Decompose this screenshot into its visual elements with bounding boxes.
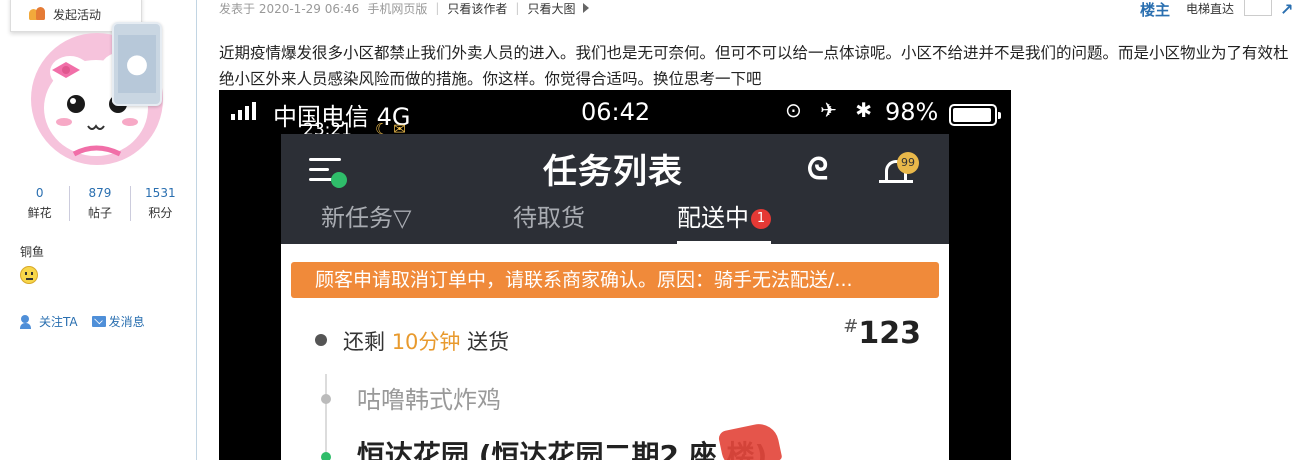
- activity-icon: [29, 6, 47, 22]
- delivery-row: 还剩 10分钟 送货 #123: [311, 316, 921, 358]
- shop-name: 咕噜韩式炸鸡: [357, 386, 501, 414]
- follow-button[interactable]: 关注TA: [20, 313, 78, 330]
- user-sidebar: 发起活动 ● 0 鲜花 879 帖子 1531 积分 铜鱼 关注TA 发消息: [0, 0, 197, 460]
- tab-delivering-label: 配送中: [677, 204, 749, 232]
- order-number: #123: [843, 316, 921, 351]
- order-number-value: 123: [858, 316, 921, 351]
- remaining-prefix: 还剩: [343, 330, 385, 354]
- user-stats: 0 鲜花 879 帖子 1531 积分: [10, 186, 190, 221]
- post-image[interactable]: 中国电信 4G 06:42 ⊙ ✈ ✱ 98% 23:21 ☾ ✉ 任务列表 ᘓ…: [219, 90, 1011, 460]
- pickup-dot: [321, 394, 331, 404]
- stat-value: 1531: [145, 186, 176, 200]
- stat-value: 879: [88, 186, 112, 200]
- dropdown-arrow-icon[interactable]: [583, 3, 590, 13]
- bell-icon: 99: [877, 152, 919, 188]
- check-badge-icon: [331, 172, 347, 188]
- user-actions: 关注TA 发消息: [20, 313, 145, 330]
- only-big-image-link[interactable]: 只看大图: [527, 0, 575, 17]
- order-card: 顾客申请取消订单中，请联系商家确认。原因：骑手无法配送/... 还剩 10分钟 …: [281, 244, 949, 460]
- tab-badge: 1: [751, 209, 771, 229]
- go-arrow-icon[interactable]: ↗: [1280, 0, 1293, 19]
- mobile-client-icon: ●: [112, 22, 162, 106]
- tab-delivering: 配送中 1: [677, 198, 771, 244]
- remaining-value: 10分钟: [391, 330, 461, 354]
- delivery-address: 恒达花园 (恒达花园二期2 座 楼): [357, 439, 768, 460]
- apple-icon: ●: [118, 35, 156, 93]
- add-friend-icon: [20, 314, 36, 329]
- elevator-label: 电梯直达: [1186, 2, 1235, 16]
- send-message-button[interactable]: 发消息: [91, 313, 145, 330]
- signal-icon: [231, 102, 256, 120]
- order-hash: #: [843, 316, 859, 337]
- redaction-mark: [717, 420, 783, 460]
- menu-icon: [309, 158, 347, 188]
- separator: |: [435, 1, 440, 15]
- stat-label: 积分: [148, 206, 173, 220]
- dropoff-dot: [321, 452, 331, 460]
- status-icons: ⊙ ✈ ✱: [785, 98, 878, 122]
- tab-new-tasks: 新任务▽: [321, 204, 412, 232]
- start-activity-label: 发起活动: [53, 7, 102, 22]
- follow-label: 关注TA: [39, 315, 78, 329]
- route-icon: ᘓ: [807, 152, 829, 187]
- app-title: 任务列表: [543, 152, 683, 192]
- post-date: 发表于 2020-1-29 06:46: [219, 1, 360, 16]
- status-time: 06:42: [581, 98, 651, 126]
- battery-percent: 98%: [885, 98, 939, 126]
- only-author-link[interactable]: 只看该作者: [447, 0, 507, 17]
- stat-flowers[interactable]: 0 鲜花: [10, 186, 71, 221]
- send-message-label: 发消息: [108, 315, 145, 329]
- separator: |: [515, 1, 520, 15]
- stat-value: 0: [35, 186, 44, 200]
- stat-posts[interactable]: 879 帖子: [70, 186, 131, 221]
- post-meta: 发表于 2020-1-29 06:46 手机网页版 | 只看该作者 | 只看大图: [219, 0, 590, 17]
- stat-label: 鲜花: [27, 206, 52, 220]
- mail-icon: [91, 316, 106, 327]
- post-content: 近期疫情爆发很多小区都禁止我们外卖人员的进入。我们也是无可奈何。但可不可以给一点…: [219, 44, 1289, 88]
- phone-status-bar: 中国电信 4G 06:42 ⊙ ✈ ✱ 98% 23:21 ☾ ✉: [219, 90, 1011, 140]
- elevator-floor-input[interactable]: [1244, 0, 1272, 16]
- battery-icon: [949, 104, 1001, 126]
- remaining-suffix: 送货: [467, 330, 510, 354]
- cancel-notice: 顾客申请取消订单中，请联系商家确认。原因：骑手无法配送/...: [291, 262, 939, 298]
- clock-icon: [315, 334, 327, 346]
- floor-label: 楼主: [1140, 1, 1171, 19]
- post-client: 手机网页版: [367, 1, 428, 16]
- user-rank: 铜鱼: [20, 245, 45, 259]
- app-header: 任务列表 ᘓ 99 新任务▽ 待取货 配送中 1: [281, 134, 949, 244]
- bell-badge: 99: [897, 152, 919, 174]
- route-timeline: [325, 374, 327, 460]
- remaining-time: 还剩 10分钟 送货: [343, 326, 509, 356]
- stat-label: 帖子: [87, 206, 112, 220]
- tab-to-pickup: 待取货: [513, 204, 585, 232]
- rank-face-icon: [20, 266, 38, 284]
- stat-points[interactable]: 1531 积分: [131, 186, 190, 221]
